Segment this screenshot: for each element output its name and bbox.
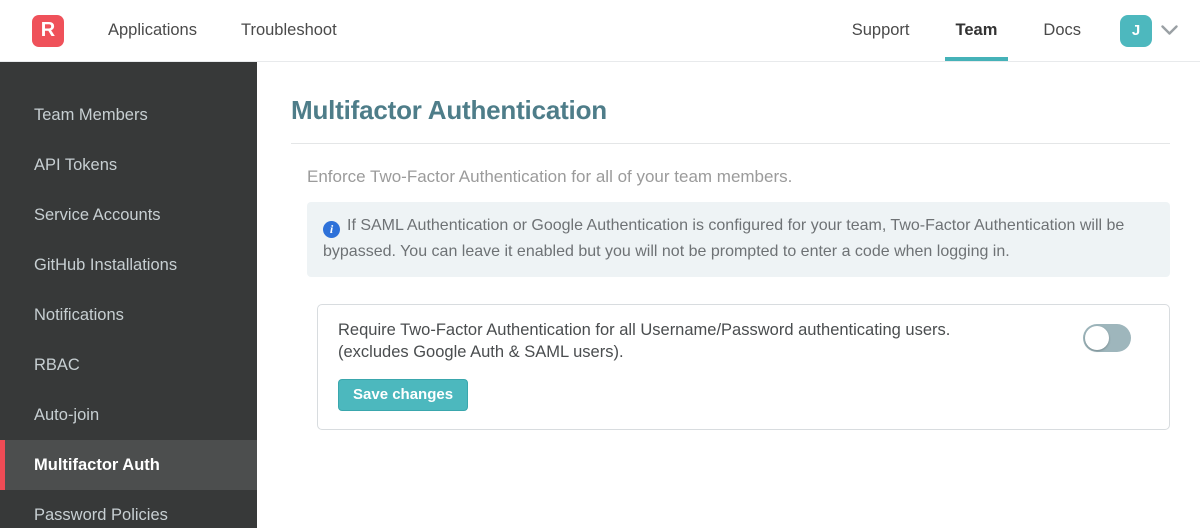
save-changes-button[interactable]: Save changes [338, 379, 469, 412]
nav-item-support[interactable]: Support [829, 0, 933, 61]
sidebar-item-auto-join[interactable]: Auto-join [0, 390, 257, 440]
sidebar-item-api-tokens[interactable]: API Tokens [0, 140, 257, 190]
setting-label-line1: Require Two-Factor Authentication for al… [338, 320, 951, 339]
logo-letter: R [40, 19, 56, 41]
sidebar-item-service-accounts[interactable]: Service Accounts [0, 190, 257, 240]
info-icon: i [323, 221, 340, 239]
sidebar-item-team-members[interactable]: Team Members [0, 90, 257, 140]
sidebar-item-github-installations[interactable]: GitHub Installations [0, 240, 257, 290]
sidebar-item-multifactor-auth[interactable]: Multifactor Auth [0, 440, 257, 490]
setting-label: Require Two-Factor Authentication for al… [338, 320, 950, 364]
sidebar-item-rbac[interactable]: RBAC [0, 340, 257, 390]
setting-row: Require Two-Factor Authentication for al… [338, 320, 1149, 364]
top-navbar: R Applications Troubleshoot Support Team… [0, 0, 1200, 62]
sidebar-item-notifications[interactable]: Notifications [0, 290, 257, 340]
two-factor-toggle[interactable] [1083, 323, 1131, 352]
nav-item-troubleshoot[interactable]: Troubleshoot [241, 0, 337, 61]
nav-item-team[interactable]: Team [933, 0, 1021, 61]
title-divider [291, 143, 1170, 144]
toggle-knob [1085, 325, 1109, 350]
two-factor-setting-card: Require Two-Factor Authentication for al… [317, 303, 1170, 431]
nav-item-applications[interactable]: Applications [108, 0, 197, 61]
chevron-down-icon[interactable] [1161, 25, 1178, 36]
sidebar-item-password-policies[interactable]: Password Policies [0, 490, 257, 528]
primary-nav: Applications Troubleshoot [108, 0, 381, 61]
avatar[interactable]: J [1120, 14, 1152, 47]
avatar-initial: J [1131, 22, 1141, 39]
info-note-text: If SAML Authentication or Google Authent… [323, 217, 1125, 260]
info-note: i If SAML Authentication or Google Authen… [307, 202, 1170, 277]
page-title: Multifactor Authentication [291, 95, 607, 125]
content-body: Enforce Two-Factor Authentication for al… [307, 167, 1170, 431]
rollbar-logo[interactable]: R [32, 14, 64, 47]
page-layout: Team Members API Tokens Service Accounts… [0, 62, 1200, 528]
page-description: Enforce Two-Factor Authentication for al… [307, 167, 793, 186]
secondary-nav: Support Team Docs J [829, 0, 1178, 61]
main-content: Multifactor Authentication Enforce Two-F… [257, 62, 1200, 528]
settings-sidebar: Team Members API Tokens Service Accounts… [0, 62, 257, 528]
nav-item-docs[interactable]: Docs [1020, 0, 1104, 61]
setting-label-line2: (excludes Google Auth & SAML users). [338, 342, 624, 361]
